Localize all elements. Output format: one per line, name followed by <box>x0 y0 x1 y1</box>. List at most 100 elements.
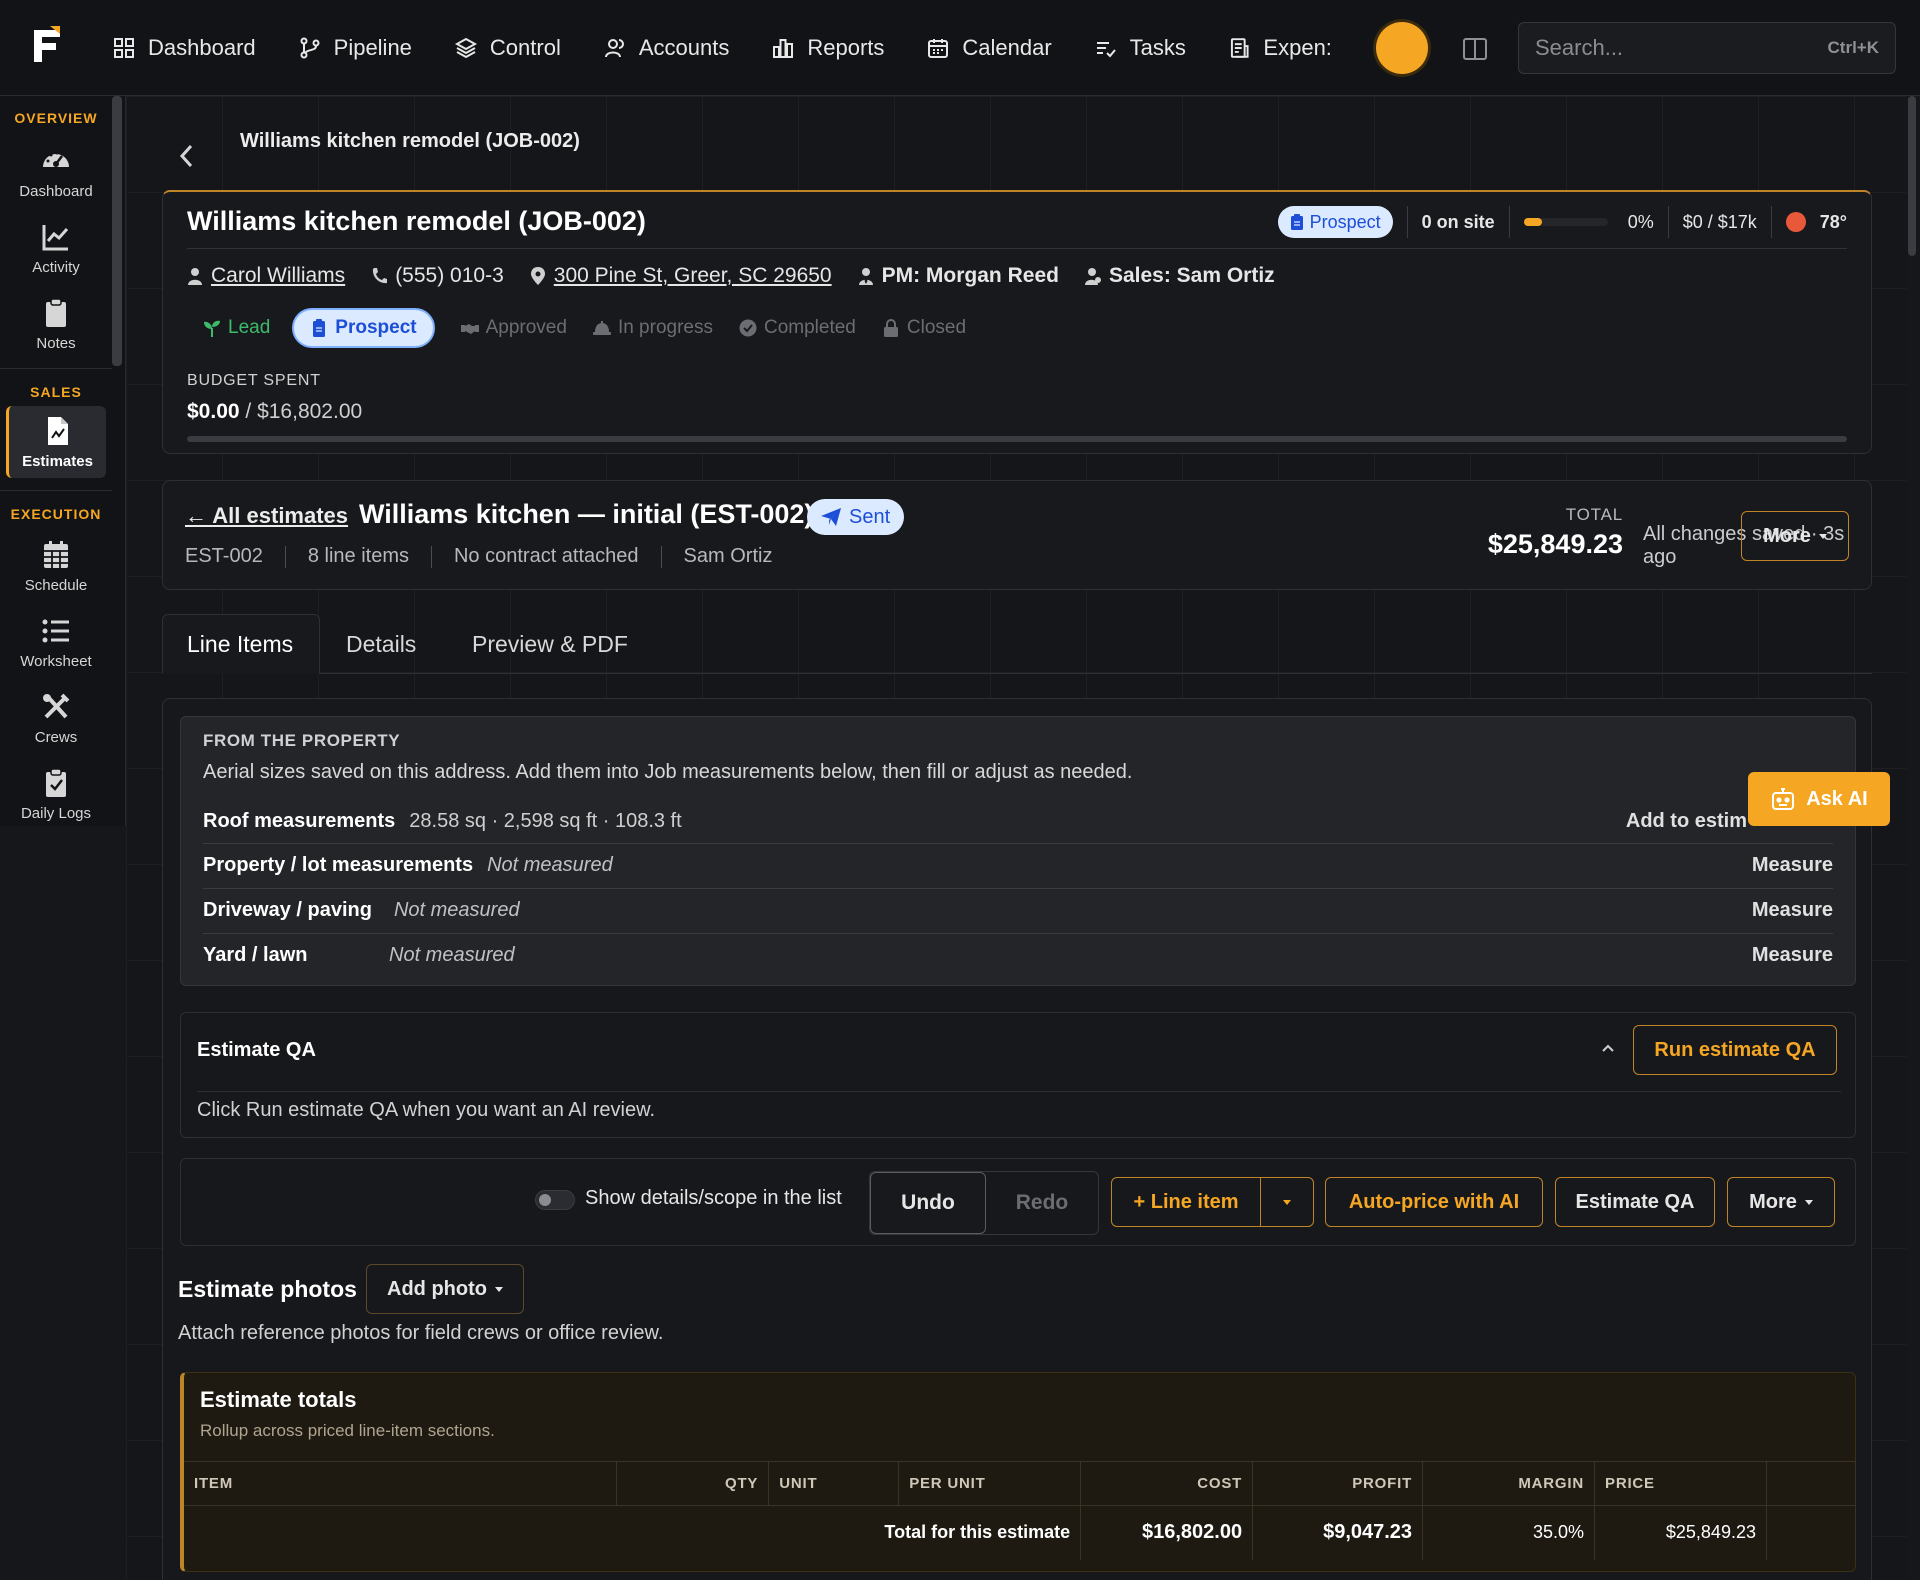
nav-control[interactable]: Control <box>454 35 561 61</box>
pm-contact: PM: Morgan Reed <box>858 264 1059 288</box>
page-scrollbar[interactable] <box>1908 96 1916 256</box>
back-chevron-icon[interactable] <box>176 142 198 170</box>
measure-button[interactable]: Measure <box>1752 899 1833 922</box>
status-badge[interactable]: Prospect <box>1277 206 1393 238</box>
column-header: ITEM <box>184 1461 618 1506</box>
divider <box>1406 206 1408 238</box>
column-header: MARGIN <box>1422 1461 1596 1506</box>
stage-approved[interactable]: Approved <box>460 308 567 348</box>
stage-completed[interactable]: Completed <box>739 308 856 348</box>
add-to-estimate-button[interactable]: Add to estim <box>1626 810 1747 833</box>
nav-tasks[interactable]: Tasks <box>1094 35 1186 61</box>
column-header-label: PRICE <box>1605 1475 1655 1492</box>
phone-contact[interactable]: (555) 010-3 <box>371 264 504 288</box>
sidebar-item-activity[interactable]: Activity <box>6 212 106 284</box>
caret-down-icon <box>494 1286 503 1292</box>
stage-closed[interactable]: Closed <box>882 308 966 348</box>
auto-price-ai-button[interactable]: Auto-price with AI <box>1325 1177 1543 1227</box>
sidebar-item-dashboard[interactable]: Dashboard <box>6 136 106 208</box>
search-box[interactable]: Ctrl+K <box>1518 22 1896 74</box>
nav-accounts[interactable]: Accounts <box>603 35 729 61</box>
book-icon[interactable] <box>1462 36 1488 62</box>
tasks-icon <box>1096 42 1116 58</box>
run-estimate-qa-button[interactable]: Run estimate QA <box>1633 1025 1837 1075</box>
toggle-knob <box>539 1194 551 1206</box>
sidebar-scrollbar[interactable] <box>112 96 122 366</box>
column-header: COST <box>1080 1461 1254 1506</box>
job-card: Williams kitchen remodel (JOB-002) Prosp… <box>162 190 1872 454</box>
customer-name[interactable]: Carol Williams <box>211 264 345 288</box>
nav-pipeline-label: Pipeline <box>333 35 412 60</box>
measurement-value: Not measured <box>487 854 613 876</box>
totals-subtitle: Rollup across priced line-item sections. <box>200 1421 495 1440</box>
property-measurements-panel: FROM THE PROPERTY Aerial sizes saved on … <box>180 716 1856 986</box>
tab-preview-pdf[interactable]: Preview & PDF <box>448 614 652 674</box>
chevron-up-icon[interactable] <box>1601 1043 1615 1053</box>
search-input[interactable] <box>1535 35 1795 61</box>
list-icon <box>42 619 69 642</box>
job-contacts: Carol Williams (555) 010-3 300 Pine St, … <box>187 264 1301 288</box>
job-title: Williams kitchen remodel (JOB-002) <box>187 206 646 236</box>
lock-icon <box>883 319 898 337</box>
section-sales: SALES <box>30 384 82 400</box>
clipboard-check-icon <box>46 767 66 797</box>
property-heading: FROM THE PROPERTY <box>203 731 401 750</box>
tab-line-items[interactable]: Line Items <box>162 614 320 674</box>
stage-label: Closed <box>906 317 967 338</box>
progress-percent: 0% <box>1627 211 1654 232</box>
phone-number[interactable]: (555) 010-3 <box>395 264 504 288</box>
totals-title: Estimate totals <box>200 1387 357 1412</box>
sidebar-item-notes[interactable]: Notes <box>6 288 106 360</box>
address[interactable]: 300 Pine St, Greer, SC 29650 <box>554 264 832 288</box>
measure-button[interactable]: Measure <box>1752 944 1833 967</box>
line-item-dropdown-button[interactable] <box>1260 1177 1314 1227</box>
measurement-name: Roof measurements <box>203 809 396 832</box>
on-site-count: 0 on site <box>1421 211 1495 232</box>
stage-in-progress[interactable]: In progress <box>592 308 713 348</box>
redo-button[interactable]: Redo <box>986 1172 1098 1234</box>
measurement-name: Driveway / paving <box>203 899 372 921</box>
nav-expenses[interactable]: Expen: <box>1228 35 1332 61</box>
sidebar-item-crews[interactable]: Crews <box>6 682 106 754</box>
estimate-more-button[interactable]: More <box>1741 511 1849 561</box>
total-value: $25,849.23 <box>1487 529 1623 559</box>
measurement-value: 28.58 sq · 2,598 sq ft · 108.3 ft <box>409 809 682 832</box>
sidebar-item-label: Daily Logs <box>20 804 92 822</box>
sidebar-item-label: Notes <box>36 334 76 352</box>
nav-pipeline[interactable]: Pipeline <box>298 35 412 61</box>
estimate-qa-button[interactable]: Estimate QA <box>1555 1177 1715 1227</box>
sprout-icon <box>204 320 220 337</box>
customer-contact[interactable]: Carol Williams <box>187 264 345 288</box>
tools-icon <box>43 693 70 718</box>
ask-ai-button[interactable]: Ask AI <box>1748 772 1890 826</box>
table-header-row: ITEM QTY UNIT PER UNIT COST PROFIT MARGI… <box>184 1461 1857 1506</box>
address-contact[interactable]: 300 Pine St, Greer, SC 29650 <box>530 264 832 288</box>
measure-button[interactable]: Measure <box>1752 854 1833 877</box>
clipboard-icon <box>46 297 66 327</box>
all-estimates-link[interactable]: ← All estimates <box>185 503 348 529</box>
nav-dashboard[interactable]: Dashboard <box>112 35 256 61</box>
totals-table: ITEM QTY UNIT PER UNIT COST PROFIT MARGI… <box>184 1461 1857 1560</box>
stage-label: Prospect <box>335 317 417 338</box>
add-line-item-button[interactable]: + Line item <box>1111 1177 1261 1227</box>
sidebar-divider <box>0 368 112 369</box>
sidebar-item-schedule[interactable]: Schedule <box>6 530 106 602</box>
nav-calendar[interactable]: Calendar <box>926 35 1052 61</box>
measurement-name: Property / lot measurements <box>203 854 474 876</box>
estimate-number: EST-002 <box>185 545 263 567</box>
stage-prospect[interactable]: Prospect <box>292 308 435 348</box>
user-avatar[interactable] <box>1376 22 1428 74</box>
stage-lead[interactable]: Lead <box>187 308 270 348</box>
measurement-row: Yard / lawn Not measured Measure <box>203 933 1833 977</box>
nav-reports[interactable]: Reports <box>771 35 884 61</box>
toolbar-more-button[interactable]: More <box>1727 1177 1835 1227</box>
sidebar-item-worksheet[interactable]: Worksheet <box>6 606 106 678</box>
undo-button[interactable]: Undo <box>870 1172 986 1234</box>
tab-details[interactable]: Details <box>322 614 440 674</box>
undo-redo-group: Undo Redo <box>869 1171 1099 1235</box>
app-logo[interactable] <box>30 26 64 66</box>
sidebar-item-daily-logs[interactable]: Daily Logs <box>6 758 106 830</box>
show-details-toggle[interactable] <box>535 1190 575 1210</box>
sidebar-item-estimates[interactable]: Estimates <box>6 406 106 478</box>
add-photo-button[interactable]: Add photo <box>366 1264 524 1314</box>
